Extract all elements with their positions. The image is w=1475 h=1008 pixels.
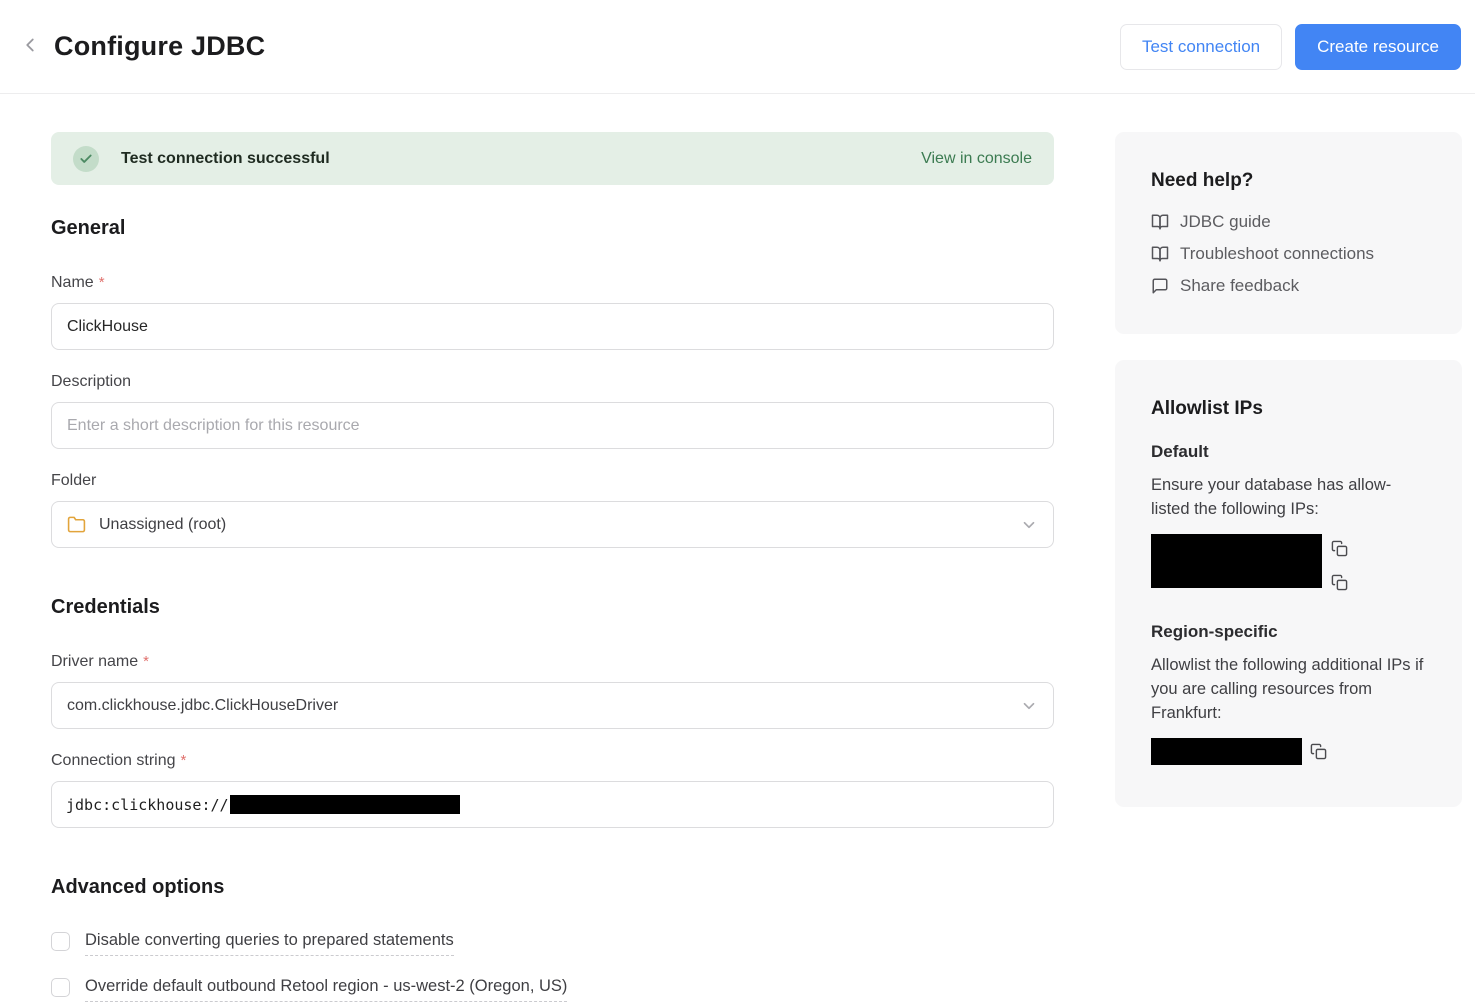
name-field-group: Name * <box>51 274 1054 350</box>
required-asterisk: * <box>143 653 149 670</box>
need-help-card: Need help? JDBC guide Troubleshoot conne… <box>1115 132 1462 334</box>
copy-icon <box>1331 574 1348 594</box>
jdbc-guide-link[interactable]: JDBC guide <box>1151 212 1426 232</box>
driver-field-group: Driver name * com.clickhouse.jdbc.ClickH… <box>51 653 1054 729</box>
credentials-heading: Credentials <box>51 596 1054 619</box>
prepared-statements-checkbox[interactable] <box>51 932 70 951</box>
check-circle-icon <box>73 146 99 172</box>
default-ips-block <box>1151 534 1426 594</box>
required-asterisk: * <box>99 274 105 291</box>
description-field-group: Description <box>51 373 1054 449</box>
folder-value: Unassigned (root) <box>99 516 226 534</box>
view-in-console-link[interactable]: View in console <box>921 150 1032 168</box>
general-heading: General <box>51 217 1054 240</box>
driver-value: com.clickhouse.jdbc.ClickHouseDriver <box>67 697 338 715</box>
prepared-statements-option-row: Disable converting queries to prepared s… <box>51 931 1054 956</box>
region-ips-block <box>1151 738 1426 765</box>
create-resource-button[interactable]: Create resource <box>1295 24 1461 70</box>
allowlist-region-text: Allowlist the following additional IPs i… <box>1151 653 1426 725</box>
chat-icon <box>1151 277 1169 295</box>
page-content: Test connection successful View in conso… <box>0 94 1475 1002</box>
override-region-label: Override default outbound Retool region … <box>85 977 567 1002</box>
copy-ip-button[interactable] <box>1331 574 1348 594</box>
copy-icon <box>1310 743 1327 763</box>
copy-ip-button[interactable] <box>1310 743 1327 763</box>
chevron-down-icon <box>1020 697 1038 715</box>
test-connection-button[interactable]: Test connection <box>1120 24 1282 70</box>
side-column: Need help? JDBC guide Troubleshoot conne… <box>1115 132 1462 1002</box>
connection-string-value: jdbc:clickhouse:// <box>66 796 229 814</box>
description-input[interactable] <box>51 402 1054 449</box>
allowlist-default-heading: Default <box>1151 442 1426 462</box>
description-label: Description <box>51 373 1054 391</box>
chevron-down-icon <box>1020 516 1038 534</box>
driver-label: Driver name * <box>51 653 1054 671</box>
override-region-option-row: Override default outbound Retool region … <box>51 977 1054 1002</box>
share-feedback-link[interactable]: Share feedback <box>1151 276 1426 296</box>
page-header: Configure JDBC Test connection Create re… <box>0 0 1475 94</box>
redacted-default-ips <box>1151 534 1322 588</box>
allowlist-default-text: Ensure your database has allow-listed th… <box>1151 473 1426 521</box>
driver-select[interactable]: com.clickhouse.jdbc.ClickHouseDriver <box>51 682 1054 729</box>
override-region-checkbox[interactable] <box>51 978 70 997</box>
folder-field-group: Folder Unassigned (root) <box>51 472 1054 548</box>
required-asterisk: * <box>181 752 187 769</box>
advanced-options-heading: Advanced options <box>51 876 1054 899</box>
banner-message: Test connection successful <box>121 150 330 168</box>
connection-string-field-group: Connection string * jdbc:clickhouse:// <box>51 752 1054 828</box>
connection-string-label: Connection string * <box>51 752 1054 770</box>
header-actions: Test connection Create resource <box>1120 24 1461 70</box>
folder-label: Folder <box>51 472 1054 490</box>
allowlist-region-heading: Region-specific <box>1151 622 1426 642</box>
back-button[interactable] <box>16 33 44 61</box>
help-links: JDBC guide Troubleshoot connections Shar… <box>1151 212 1426 296</box>
allowlist-ips-card: Allowlist IPs Default Ensure your databa… <box>1115 360 1462 807</box>
folder-select[interactable]: Unassigned (root) <box>51 501 1054 548</box>
folder-icon <box>67 515 86 534</box>
allowlist-heading: Allowlist IPs <box>1151 398 1426 420</box>
book-icon <box>1151 213 1169 231</box>
troubleshoot-connections-link[interactable]: Troubleshoot connections <box>1151 244 1426 264</box>
redacted-connection-value <box>230 795 460 814</box>
book-icon <box>1151 245 1169 263</box>
copy-ip-button[interactable] <box>1331 540 1348 560</box>
page-title: Configure JDBC <box>54 31 265 62</box>
redacted-region-ips <box>1151 738 1302 765</box>
need-help-heading: Need help? <box>1151 170 1426 192</box>
success-banner: Test connection successful View in conso… <box>51 132 1054 185</box>
connection-string-input[interactable]: jdbc:clickhouse:// <box>51 781 1054 828</box>
copy-icon <box>1331 540 1348 560</box>
name-input[interactable] <box>51 303 1054 350</box>
chevron-left-icon <box>19 34 41 59</box>
form-column: Test connection successful View in conso… <box>51 132 1054 1002</box>
name-label: Name * <box>51 274 1054 292</box>
prepared-statements-label: Disable converting queries to prepared s… <box>85 931 454 956</box>
copy-buttons <box>1331 534 1348 594</box>
